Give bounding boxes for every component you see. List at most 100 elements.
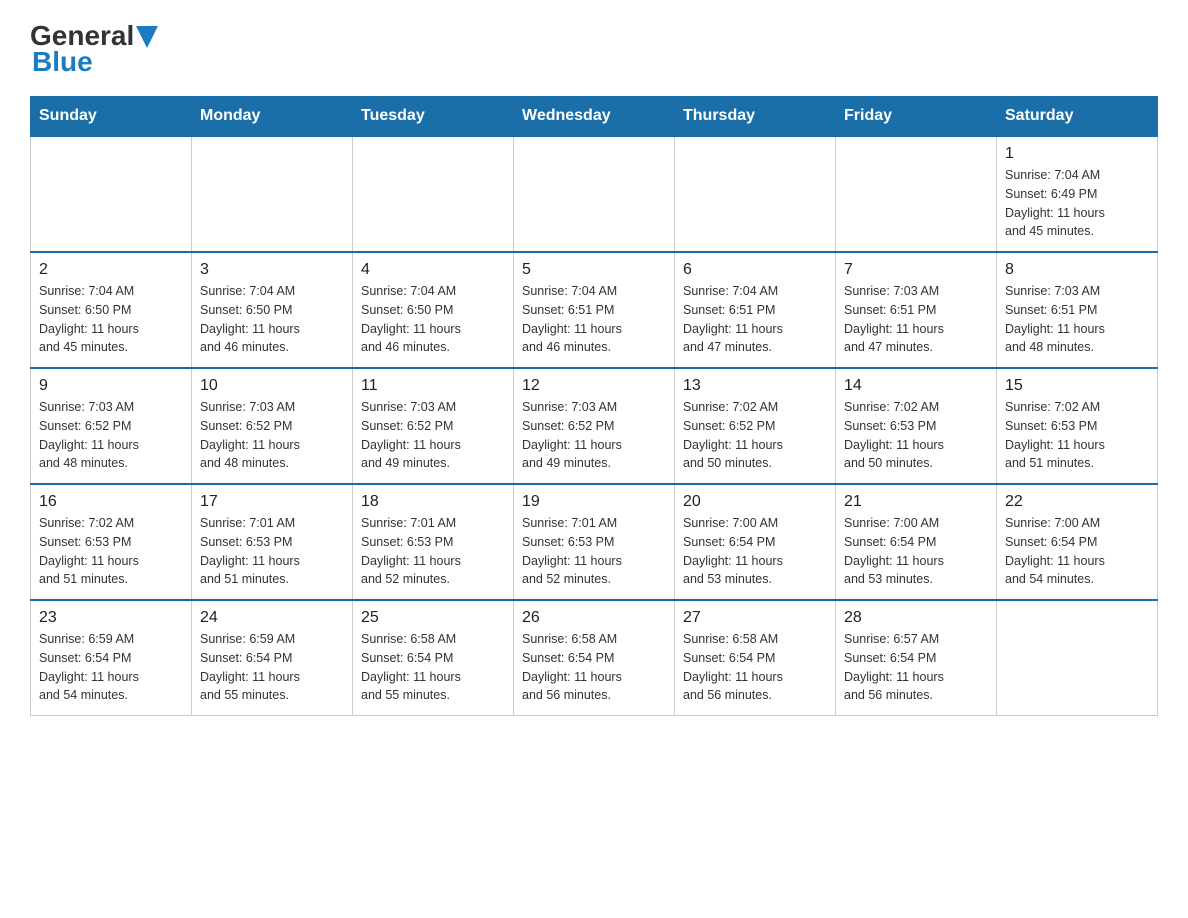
calendar-cell: 20 Sunrise: 7:00 AM Sunset: 6:54 PM Dayli… [675,484,836,600]
page-header: General Blue [30,20,1158,78]
day-number: 27 [683,609,827,627]
calendar-cell: 6 Sunrise: 7:04 AM Sunset: 6:51 PM Daylig… [675,252,836,368]
day-number: 3 [200,261,344,279]
logo-triangle-icon [136,26,158,48]
day-number: 10 [200,377,344,395]
calendar-table: SundayMondayTuesdayWednesdayThursdayFrid… [30,96,1158,716]
day-info: Sunrise: 6:59 AM Sunset: 6:54 PM Dayligh… [200,630,344,705]
calendar-cell: 15 Sunrise: 7:02 AM Sunset: 6:53 PM Dayli… [997,368,1158,484]
day-info: Sunrise: 7:04 AM Sunset: 6:49 PM Dayligh… [1005,166,1149,241]
calendar-cell: 14 Sunrise: 7:02 AM Sunset: 6:53 PM Dayli… [836,368,997,484]
day-number: 25 [361,609,505,627]
calendar-cell: 9 Sunrise: 7:03 AM Sunset: 6:52 PM Daylig… [31,368,192,484]
day-info: Sunrise: 7:04 AM Sunset: 6:50 PM Dayligh… [361,282,505,357]
day-info: Sunrise: 7:02 AM Sunset: 6:52 PM Dayligh… [683,398,827,473]
calendar-cell: 25 Sunrise: 6:58 AM Sunset: 6:54 PM Dayli… [353,600,514,716]
calendar-cell: 12 Sunrise: 7:03 AM Sunset: 6:52 PM Dayli… [514,368,675,484]
day-number: 26 [522,609,666,627]
day-number: 15 [1005,377,1149,395]
calendar-cell: 22 Sunrise: 7:00 AM Sunset: 6:54 PM Dayli… [997,484,1158,600]
logo: General Blue [30,20,158,78]
day-number: 20 [683,493,827,511]
calendar-cell [836,136,997,252]
day-info: Sunrise: 7:01 AM Sunset: 6:53 PM Dayligh… [361,514,505,589]
calendar-cell: 4 Sunrise: 7:04 AM Sunset: 6:50 PM Daylig… [353,252,514,368]
day-info: Sunrise: 7:01 AM Sunset: 6:53 PM Dayligh… [522,514,666,589]
calendar-cell: 26 Sunrise: 6:58 AM Sunset: 6:54 PM Dayli… [514,600,675,716]
calendar-week-row: 23 Sunrise: 6:59 AM Sunset: 6:54 PM Dayli… [31,600,1158,716]
day-of-week-header: Monday [192,97,353,137]
day-info: Sunrise: 7:00 AM Sunset: 6:54 PM Dayligh… [1005,514,1149,589]
calendar-cell: 10 Sunrise: 7:03 AM Sunset: 6:52 PM Dayli… [192,368,353,484]
day-number: 16 [39,493,183,511]
day-info: Sunrise: 7:03 AM Sunset: 6:52 PM Dayligh… [200,398,344,473]
calendar-cell [997,600,1158,716]
day-info: Sunrise: 7:03 AM Sunset: 6:52 PM Dayligh… [522,398,666,473]
day-info: Sunrise: 7:03 AM Sunset: 6:52 PM Dayligh… [39,398,183,473]
day-number: 18 [361,493,505,511]
day-info: Sunrise: 6:58 AM Sunset: 6:54 PM Dayligh… [361,630,505,705]
calendar-cell: 2 Sunrise: 7:04 AM Sunset: 6:50 PM Daylig… [31,252,192,368]
day-number: 22 [1005,493,1149,511]
day-number: 4 [361,261,505,279]
day-info: Sunrise: 7:04 AM Sunset: 6:50 PM Dayligh… [200,282,344,357]
day-info: Sunrise: 7:03 AM Sunset: 6:52 PM Dayligh… [361,398,505,473]
day-info: Sunrise: 7:00 AM Sunset: 6:54 PM Dayligh… [683,514,827,589]
day-number: 7 [844,261,988,279]
calendar-cell: 24 Sunrise: 6:59 AM Sunset: 6:54 PM Dayli… [192,600,353,716]
day-info: Sunrise: 7:04 AM Sunset: 6:51 PM Dayligh… [683,282,827,357]
day-info: Sunrise: 7:04 AM Sunset: 6:50 PM Dayligh… [39,282,183,357]
day-info: Sunrise: 7:03 AM Sunset: 6:51 PM Dayligh… [1005,282,1149,357]
logo-blue-text: Blue [32,46,93,78]
day-of-week-header: Sunday [31,97,192,137]
day-of-week-header: Friday [836,97,997,137]
day-info: Sunrise: 6:57 AM Sunset: 6:54 PM Dayligh… [844,630,988,705]
day-number: 9 [39,377,183,395]
day-of-week-header: Saturday [997,97,1158,137]
calendar-cell: 7Sunrise: 7:03 AM Sunset: 6:51 PM Daylig… [836,252,997,368]
day-info: Sunrise: 7:02 AM Sunset: 6:53 PM Dayligh… [1005,398,1149,473]
calendar-cell [353,136,514,252]
day-info: Sunrise: 7:01 AM Sunset: 6:53 PM Dayligh… [200,514,344,589]
calendar-cell: 17Sunrise: 7:01 AM Sunset: 6:53 PM Dayli… [192,484,353,600]
day-info: Sunrise: 6:58 AM Sunset: 6:54 PM Dayligh… [683,630,827,705]
day-number: 28 [844,609,988,627]
calendar-cell: 18 Sunrise: 7:01 AM Sunset: 6:53 PM Dayli… [353,484,514,600]
calendar-week-row: 2 Sunrise: 7:04 AM Sunset: 6:50 PM Daylig… [31,252,1158,368]
calendar-cell: 11 Sunrise: 7:03 AM Sunset: 6:52 PM Dayli… [353,368,514,484]
calendar-cell: 3 Sunrise: 7:04 AM Sunset: 6:50 PM Daylig… [192,252,353,368]
day-info: Sunrise: 7:04 AM Sunset: 6:51 PM Dayligh… [522,282,666,357]
calendar-cell: 21Sunrise: 7:00 AM Sunset: 6:54 PM Dayli… [836,484,997,600]
calendar-cell: 28 Sunrise: 6:57 AM Sunset: 6:54 PM Dayli… [836,600,997,716]
calendar-cell [192,136,353,252]
day-number: 19 [522,493,666,511]
day-of-week-header: Thursday [675,97,836,137]
day-number: 1 [1005,145,1149,163]
day-info: Sunrise: 6:58 AM Sunset: 6:54 PM Dayligh… [522,630,666,705]
calendar-cell: 23Sunrise: 6:59 AM Sunset: 6:54 PM Dayli… [31,600,192,716]
calendar-cell: 19 Sunrise: 7:01 AM Sunset: 6:53 PM Dayli… [514,484,675,600]
day-number: 23 [39,609,183,627]
calendar-week-row: 16 Sunrise: 7:02 AM Sunset: 6:53 PM Dayli… [31,484,1158,600]
calendar-week-row: 9 Sunrise: 7:03 AM Sunset: 6:52 PM Daylig… [31,368,1158,484]
day-number: 12 [522,377,666,395]
calendar-cell [31,136,192,252]
day-info: Sunrise: 7:00 AM Sunset: 6:54 PM Dayligh… [844,514,988,589]
day-info: Sunrise: 7:02 AM Sunset: 6:53 PM Dayligh… [844,398,988,473]
calendar-cell [675,136,836,252]
day-number: 2 [39,261,183,279]
day-number: 6 [683,261,827,279]
day-number: 8 [1005,261,1149,279]
calendar-cell: 1 Sunrise: 7:04 AM Sunset: 6:49 PM Daylig… [997,136,1158,252]
day-of-week-header: Wednesday [514,97,675,137]
day-number: 13 [683,377,827,395]
calendar-week-row: 1 Sunrise: 7:04 AM Sunset: 6:49 PM Daylig… [31,136,1158,252]
calendar-header-row: SundayMondayTuesdayWednesdayThursdayFrid… [31,97,1158,137]
day-number: 24 [200,609,344,627]
calendar-cell [514,136,675,252]
day-number: 11 [361,377,505,395]
day-number: 14 [844,377,988,395]
day-of-week-header: Tuesday [353,97,514,137]
day-info: Sunrise: 7:02 AM Sunset: 6:53 PM Dayligh… [39,514,183,589]
day-number: 5 [522,261,666,279]
